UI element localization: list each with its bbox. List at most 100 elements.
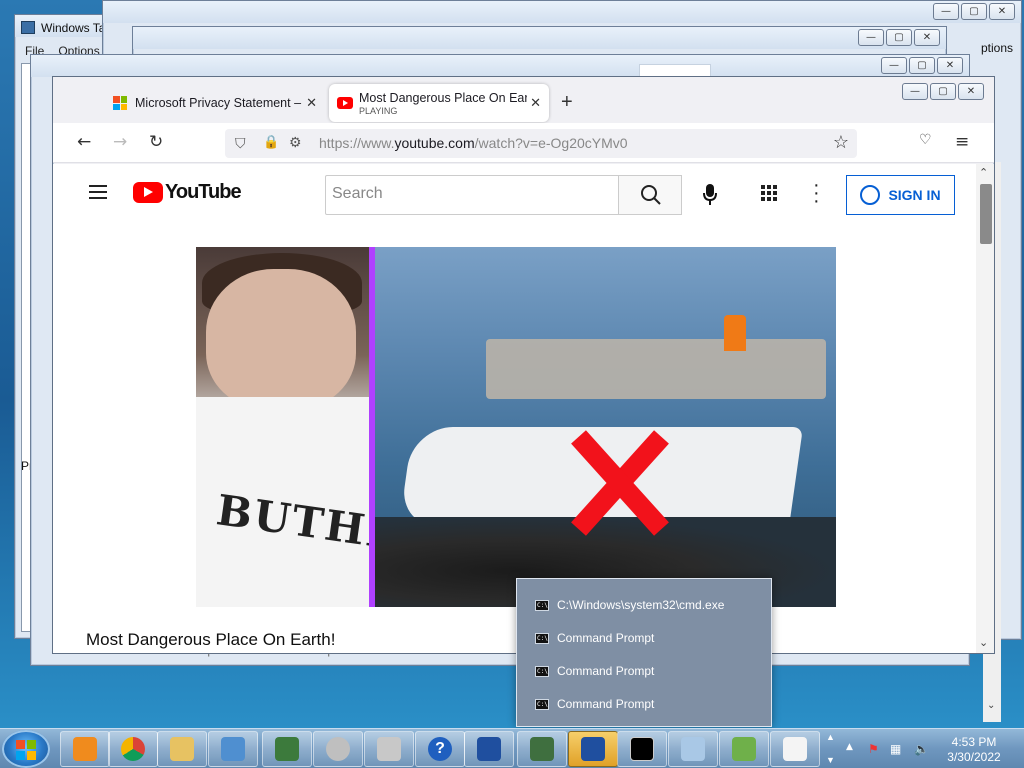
- maximize-button[interactable]: ▢: [961, 3, 987, 20]
- minimize-button[interactable]: —: [902, 83, 928, 100]
- tab-label: Microsoft Privacy Statement – M: [135, 96, 303, 110]
- url-text: https://www.youtube.com/watch?v=e-Og20cY…: [319, 135, 628, 151]
- start-button[interactable]: [2, 730, 50, 768]
- caption-buttons: — ▢ ✕: [881, 57, 963, 74]
- taskbar-chrome[interactable]: [108, 731, 158, 767]
- document-icon: [681, 737, 705, 761]
- taskbar-media-player[interactable]: [60, 731, 110, 767]
- list-item[interactable]: C:\ C:\Windows\system32\cmd.exe: [535, 595, 724, 615]
- image-viewer-icon: [275, 737, 299, 761]
- forward-button[interactable]: →: [113, 132, 127, 152]
- show-hidden-icons-icon[interactable]: ▲: [846, 742, 860, 756]
- taskbar-cmd[interactable]: [617, 731, 667, 767]
- action-center-icon[interactable]: ⚑: [868, 742, 882, 756]
- help-icon: ?: [428, 737, 452, 761]
- clock[interactable]: 4:53 PM 3/30/2022: [934, 735, 1014, 765]
- scroll-down-icon[interactable]: ⌄: [979, 636, 988, 649]
- taskbar-scroll-down-icon[interactable]: ▼: [826, 755, 835, 765]
- tab-bar: Microsoft Privacy Statement – M ✕ Most D…: [53, 77, 994, 123]
- title-bar[interactable]: [103, 1, 1021, 23]
- list-item[interactable]: C:\ Command Prompt: [535, 628, 654, 648]
- taskbar-powershell-active[interactable]: [568, 731, 618, 767]
- minimize-button[interactable]: —: [858, 29, 884, 46]
- search-icon: [641, 185, 661, 205]
- page-scrollbar[interactable]: ⌃ ⌄: [976, 164, 994, 653]
- back-button[interactable]: ←: [77, 132, 91, 152]
- close-button[interactable]: ✕: [914, 29, 940, 46]
- apps-grid-icon[interactable]: [761, 185, 777, 201]
- taskbar-download[interactable]: [719, 731, 769, 767]
- cmd-icon: C:\: [535, 599, 549, 611]
- hamburger-menu-icon[interactable]: [89, 185, 107, 199]
- title-bar[interactable]: [31, 55, 969, 77]
- user-avatar-icon: [860, 185, 881, 205]
- solitaire-icon: [783, 737, 807, 761]
- app-menu-button[interactable]: ≡: [955, 132, 969, 152]
- sign-in-button[interactable]: SIGN IN: [846, 175, 955, 215]
- caption-buttons: — ▢ ✕: [933, 3, 1015, 20]
- download-icon: [732, 737, 756, 761]
- maximize-button[interactable]: ▢: [930, 83, 956, 100]
- scroll-down-icon[interactable]: ⌄: [987, 700, 995, 711]
- speaker-icon: [326, 737, 350, 761]
- taskbar-help[interactable]: ?: [415, 731, 465, 767]
- microphone-icon[interactable]: [703, 184, 717, 206]
- taskbar-image-viewer[interactable]: [262, 731, 312, 767]
- taskbar-scroll-up-icon[interactable]: ▲: [826, 732, 835, 742]
- clock-date: 3/30/2022: [947, 750, 1001, 764]
- microsoft-logo-icon: [113, 96, 127, 110]
- shield-icon[interactable]: ⛉: [235, 135, 246, 152]
- taskbar-solitaire[interactable]: [770, 731, 820, 767]
- lock-icon[interactable]: 🔒: [263, 134, 279, 150]
- scroll-up-icon[interactable]: ⌃: [979, 166, 988, 179]
- youtube-logo[interactable]: YouTube: [133, 181, 242, 204]
- cmd-icon: C:\: [535, 698, 549, 710]
- permissions-icon[interactable]: ⚙: [289, 134, 302, 151]
- chrome-icon: [121, 737, 145, 761]
- task-manager-icon: [530, 737, 554, 761]
- bookmark-star-icon[interactable]: ☆: [833, 132, 849, 153]
- network-icon[interactable]: ▦: [890, 742, 904, 756]
- taskbar-speaker[interactable]: [313, 731, 363, 767]
- scrollbar-thumb[interactable]: [980, 184, 992, 244]
- reload-button[interactable]: ↻: [149, 132, 163, 152]
- sign-in-label: SIGN IN: [888, 187, 941, 203]
- firefox-window[interactable]: Microsoft Privacy Statement – M ✕ Most D…: [52, 76, 995, 654]
- volume-icon[interactable]: 🔈: [914, 742, 929, 756]
- taskbar-explorer[interactable]: [157, 731, 207, 767]
- url-bar[interactable]: ⛉ 🔒 ⚙ https://www.youtube.com/watch?v=e-…: [225, 129, 857, 158]
- clock-time: 4:53 PM: [951, 735, 997, 749]
- taskbar-document[interactable]: [668, 731, 718, 767]
- tab-youtube-video[interactable]: Most Dangerous Place On Earth! PLAYING ✕: [329, 84, 549, 122]
- tab-privacy-statement[interactable]: Microsoft Privacy Statement – M ✕: [105, 84, 325, 122]
- list-item[interactable]: C:\ Command Prompt: [535, 661, 654, 681]
- media-player-icon: [73, 737, 97, 761]
- tab-label-wrap: Most Dangerous Place On Earth! PLAYING: [359, 91, 527, 116]
- list-item[interactable]: C:\ Command Prompt: [535, 694, 654, 714]
- pocket-icon[interactable]: ♡: [919, 132, 932, 148]
- close-button[interactable]: ✕: [989, 3, 1015, 20]
- taskbar: ? ▲ ▼ ▲ ⚑ ▦ 🔈 4:53 PM 3/30/2022: [0, 728, 1024, 768]
- taskbar-powershell[interactable]: [464, 731, 514, 767]
- video-player[interactable]: BUTHI: [196, 247, 836, 607]
- search-button[interactable]: [618, 175, 682, 215]
- more-options-icon[interactable]: · · ·: [813, 175, 820, 211]
- cmd-icon: C:\: [535, 632, 549, 644]
- maximize-button[interactable]: ▢: [886, 29, 912, 46]
- youtube-favicon-icon: [337, 97, 353, 109]
- close-tab-icon[interactable]: ✕: [306, 95, 317, 111]
- minimize-button[interactable]: —: [933, 3, 959, 20]
- minimize-button[interactable]: —: [881, 57, 907, 74]
- new-tab-button[interactable]: +: [561, 91, 573, 114]
- maximize-button[interactable]: ▢: [909, 57, 935, 74]
- title-bar[interactable]: [133, 27, 946, 49]
- search-input[interactable]: Search: [325, 175, 619, 215]
- close-button[interactable]: ✕: [958, 83, 984, 100]
- taskbar-task-manager[interactable]: [517, 731, 567, 767]
- caption-buttons: — ▢ ✕: [858, 29, 940, 46]
- taskbar-network-printer[interactable]: [364, 731, 414, 767]
- control-panel-icon: [221, 737, 245, 761]
- taskbar-control-panel[interactable]: [208, 731, 258, 767]
- close-tab-icon[interactable]: ✕: [530, 95, 541, 111]
- close-button[interactable]: ✕: [937, 57, 963, 74]
